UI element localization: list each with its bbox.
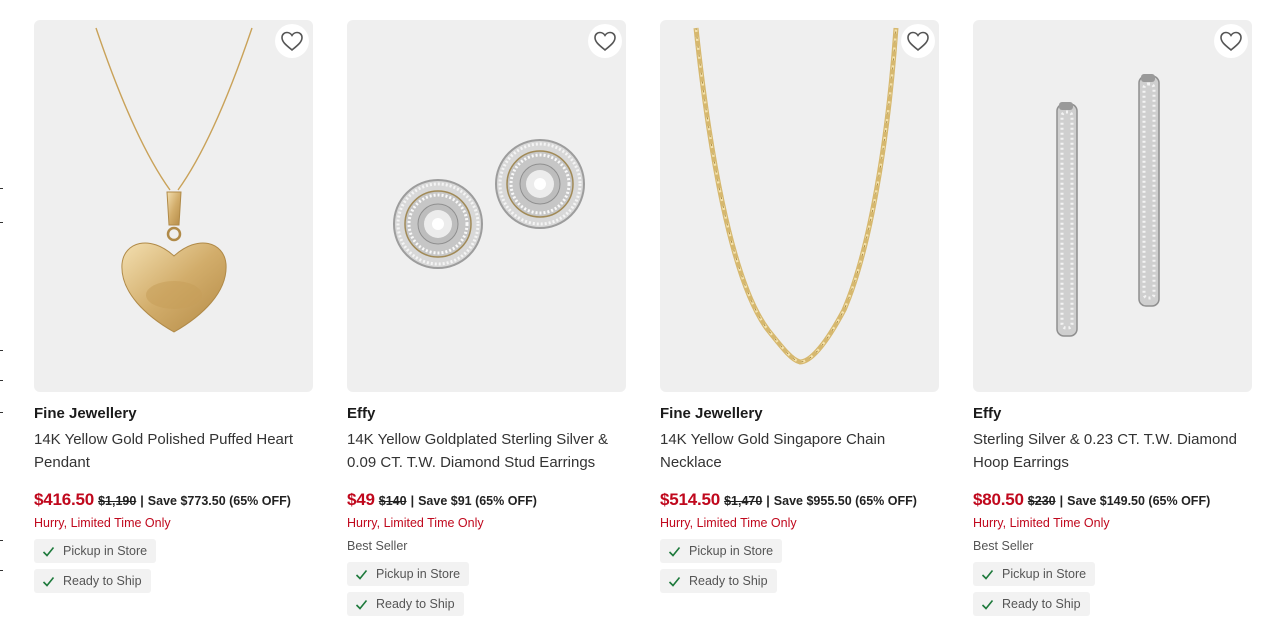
check-icon: [668, 546, 681, 557]
savings-text: Save $91 (65% OFF): [418, 494, 537, 508]
check-icon: [668, 576, 681, 587]
product-card[interactable]: Fine Jewellery 14K Yellow Gold Singapore…: [660, 20, 939, 616]
heart-outline-icon: [281, 31, 303, 52]
price-separator: |: [140, 494, 144, 508]
product-brand[interactable]: Effy: [973, 405, 1252, 423]
chip-label: Ready to Ship: [1002, 597, 1081, 611]
heart-pendant-image: [95, 27, 253, 333]
chip-label: Pickup in Store: [63, 544, 148, 558]
fulfillment-options: Pickup in Store Ready to Ship: [34, 539, 313, 593]
product-title[interactable]: 14K Yellow Gold Polished Puffed Heart Pe…: [34, 428, 313, 474]
original-price: $1,470: [724, 494, 763, 508]
pickup-in-store-chip: Pickup in Store: [347, 562, 470, 586]
product-brand[interactable]: Effy: [347, 405, 626, 423]
ready-to-ship-chip: Ready to Ship: [660, 569, 777, 593]
product-card[interactable]: Fine Jewellery 14K Yellow Gold Polished …: [34, 20, 313, 616]
price-row: $49 $140 | Save $91 (65% OFF): [347, 490, 626, 510]
original-price: $1,190: [98, 494, 137, 508]
product-brand[interactable]: Fine Jewellery: [34, 405, 313, 423]
pickup-in-store-chip: Pickup in Store: [973, 562, 1096, 586]
chip-label: Pickup in Store: [1002, 567, 1087, 581]
price-separator: |: [410, 494, 415, 508]
wishlist-button[interactable]: [901, 24, 935, 58]
product-card[interactable]: Effy Sterling Silver & 0.23 CT. T.W. Dia…: [973, 20, 1252, 616]
urgency-text: Hurry, Limited Time Only: [660, 516, 797, 530]
edge-divider-mark: [0, 540, 3, 541]
wishlist-button[interactable]: [275, 24, 309, 58]
best-seller-badge: Best Seller: [347, 539, 408, 553]
stud-earrings-image: [393, 139, 585, 269]
check-icon: [355, 569, 368, 580]
edge-divider-mark: [0, 222, 3, 223]
fulfillment-options: Pickup in Store Ready to Ship: [660, 539, 939, 593]
savings-text: Save $955.50 (65% OFF): [773, 494, 917, 508]
hoop-earrings-image: [1056, 74, 1160, 337]
product-grid: Fine Jewellery 14K Yellow Gold Polished …: [34, 20, 1252, 616]
product-title[interactable]: Sterling Silver & 0.23 CT. T.W. Diamond …: [973, 428, 1252, 474]
product-title[interactable]: 14K Yellow Gold Singapore Chain Necklace: [660, 428, 939, 474]
price-separator: |: [1059, 494, 1064, 508]
check-icon: [355, 599, 368, 610]
edge-divider-mark: [0, 350, 3, 351]
heart-outline-icon: [594, 31, 616, 52]
product-image[interactable]: [347, 20, 626, 392]
heart-outline-icon: [907, 31, 929, 52]
wishlist-button[interactable]: [1214, 24, 1248, 58]
price-row: $514.50 $1,470 | Save $955.50 (65% OFF): [660, 490, 939, 510]
urgency-text: Hurry, Limited Time Only: [347, 516, 484, 530]
heart-outline-icon: [1220, 31, 1242, 52]
product-card[interactable]: Effy 14K Yellow Goldplated Sterling Silv…: [347, 20, 626, 616]
check-icon: [981, 569, 994, 580]
sale-price: $514.50: [660, 490, 721, 509]
product-title[interactable]: 14K Yellow Goldplated Sterling Silver & …: [347, 428, 626, 474]
price-row: $80.50 $230 | Save $149.50 (65% OFF): [973, 490, 1252, 510]
ready-to-ship-chip: Ready to Ship: [973, 592, 1090, 616]
sale-price: $49: [347, 490, 375, 509]
chip-label: Pickup in Store: [376, 567, 461, 581]
product-image[interactable]: [34, 20, 313, 392]
urgency-text: Hurry, Limited Time Only: [34, 516, 171, 530]
price-row: $416.50 $1,190 | Save $773.50 (65% OFF): [34, 490, 313, 510]
best-seller-badge: Best Seller: [973, 539, 1034, 553]
savings-text: Save $149.50 (65% OFF): [1067, 494, 1211, 508]
chip-label: Ready to Ship: [689, 574, 768, 588]
chip-label: Ready to Ship: [376, 597, 455, 611]
check-icon: [42, 546, 55, 557]
product-brand[interactable]: Fine Jewellery: [660, 405, 939, 423]
chain-necklace-image: [693, 27, 899, 365]
product-image[interactable]: [660, 20, 939, 392]
chip-label: Pickup in Store: [689, 544, 774, 558]
check-icon: [981, 599, 994, 610]
edge-divider-mark: [0, 412, 3, 413]
ready-to-ship-chip: Ready to Ship: [34, 569, 151, 593]
pickup-in-store-chip: Pickup in Store: [660, 539, 783, 563]
check-icon: [42, 576, 55, 587]
original-price: $230: [1027, 494, 1056, 508]
chip-label: Ready to Ship: [63, 574, 142, 588]
edge-divider-mark: [0, 380, 3, 381]
original-price: $140: [378, 494, 407, 508]
edge-divider-mark: [0, 570, 3, 571]
fulfillment-options: Pickup in Store Ready to Ship: [973, 562, 1252, 616]
edge-divider-mark: [0, 188, 3, 189]
price-separator: |: [766, 494, 770, 508]
savings-text: Save $773.50 (65% OFF): [147, 494, 291, 508]
pickup-in-store-chip: Pickup in Store: [34, 539, 157, 563]
sale-price: $80.50: [973, 490, 1024, 509]
ready-to-ship-chip: Ready to Ship: [347, 592, 464, 616]
sale-price: $416.50: [34, 490, 95, 509]
fulfillment-options: Pickup in Store Ready to Ship: [347, 562, 626, 616]
product-image[interactable]: [973, 20, 1252, 392]
urgency-text: Hurry, Limited Time Only: [973, 516, 1110, 530]
wishlist-button[interactable]: [588, 24, 622, 58]
